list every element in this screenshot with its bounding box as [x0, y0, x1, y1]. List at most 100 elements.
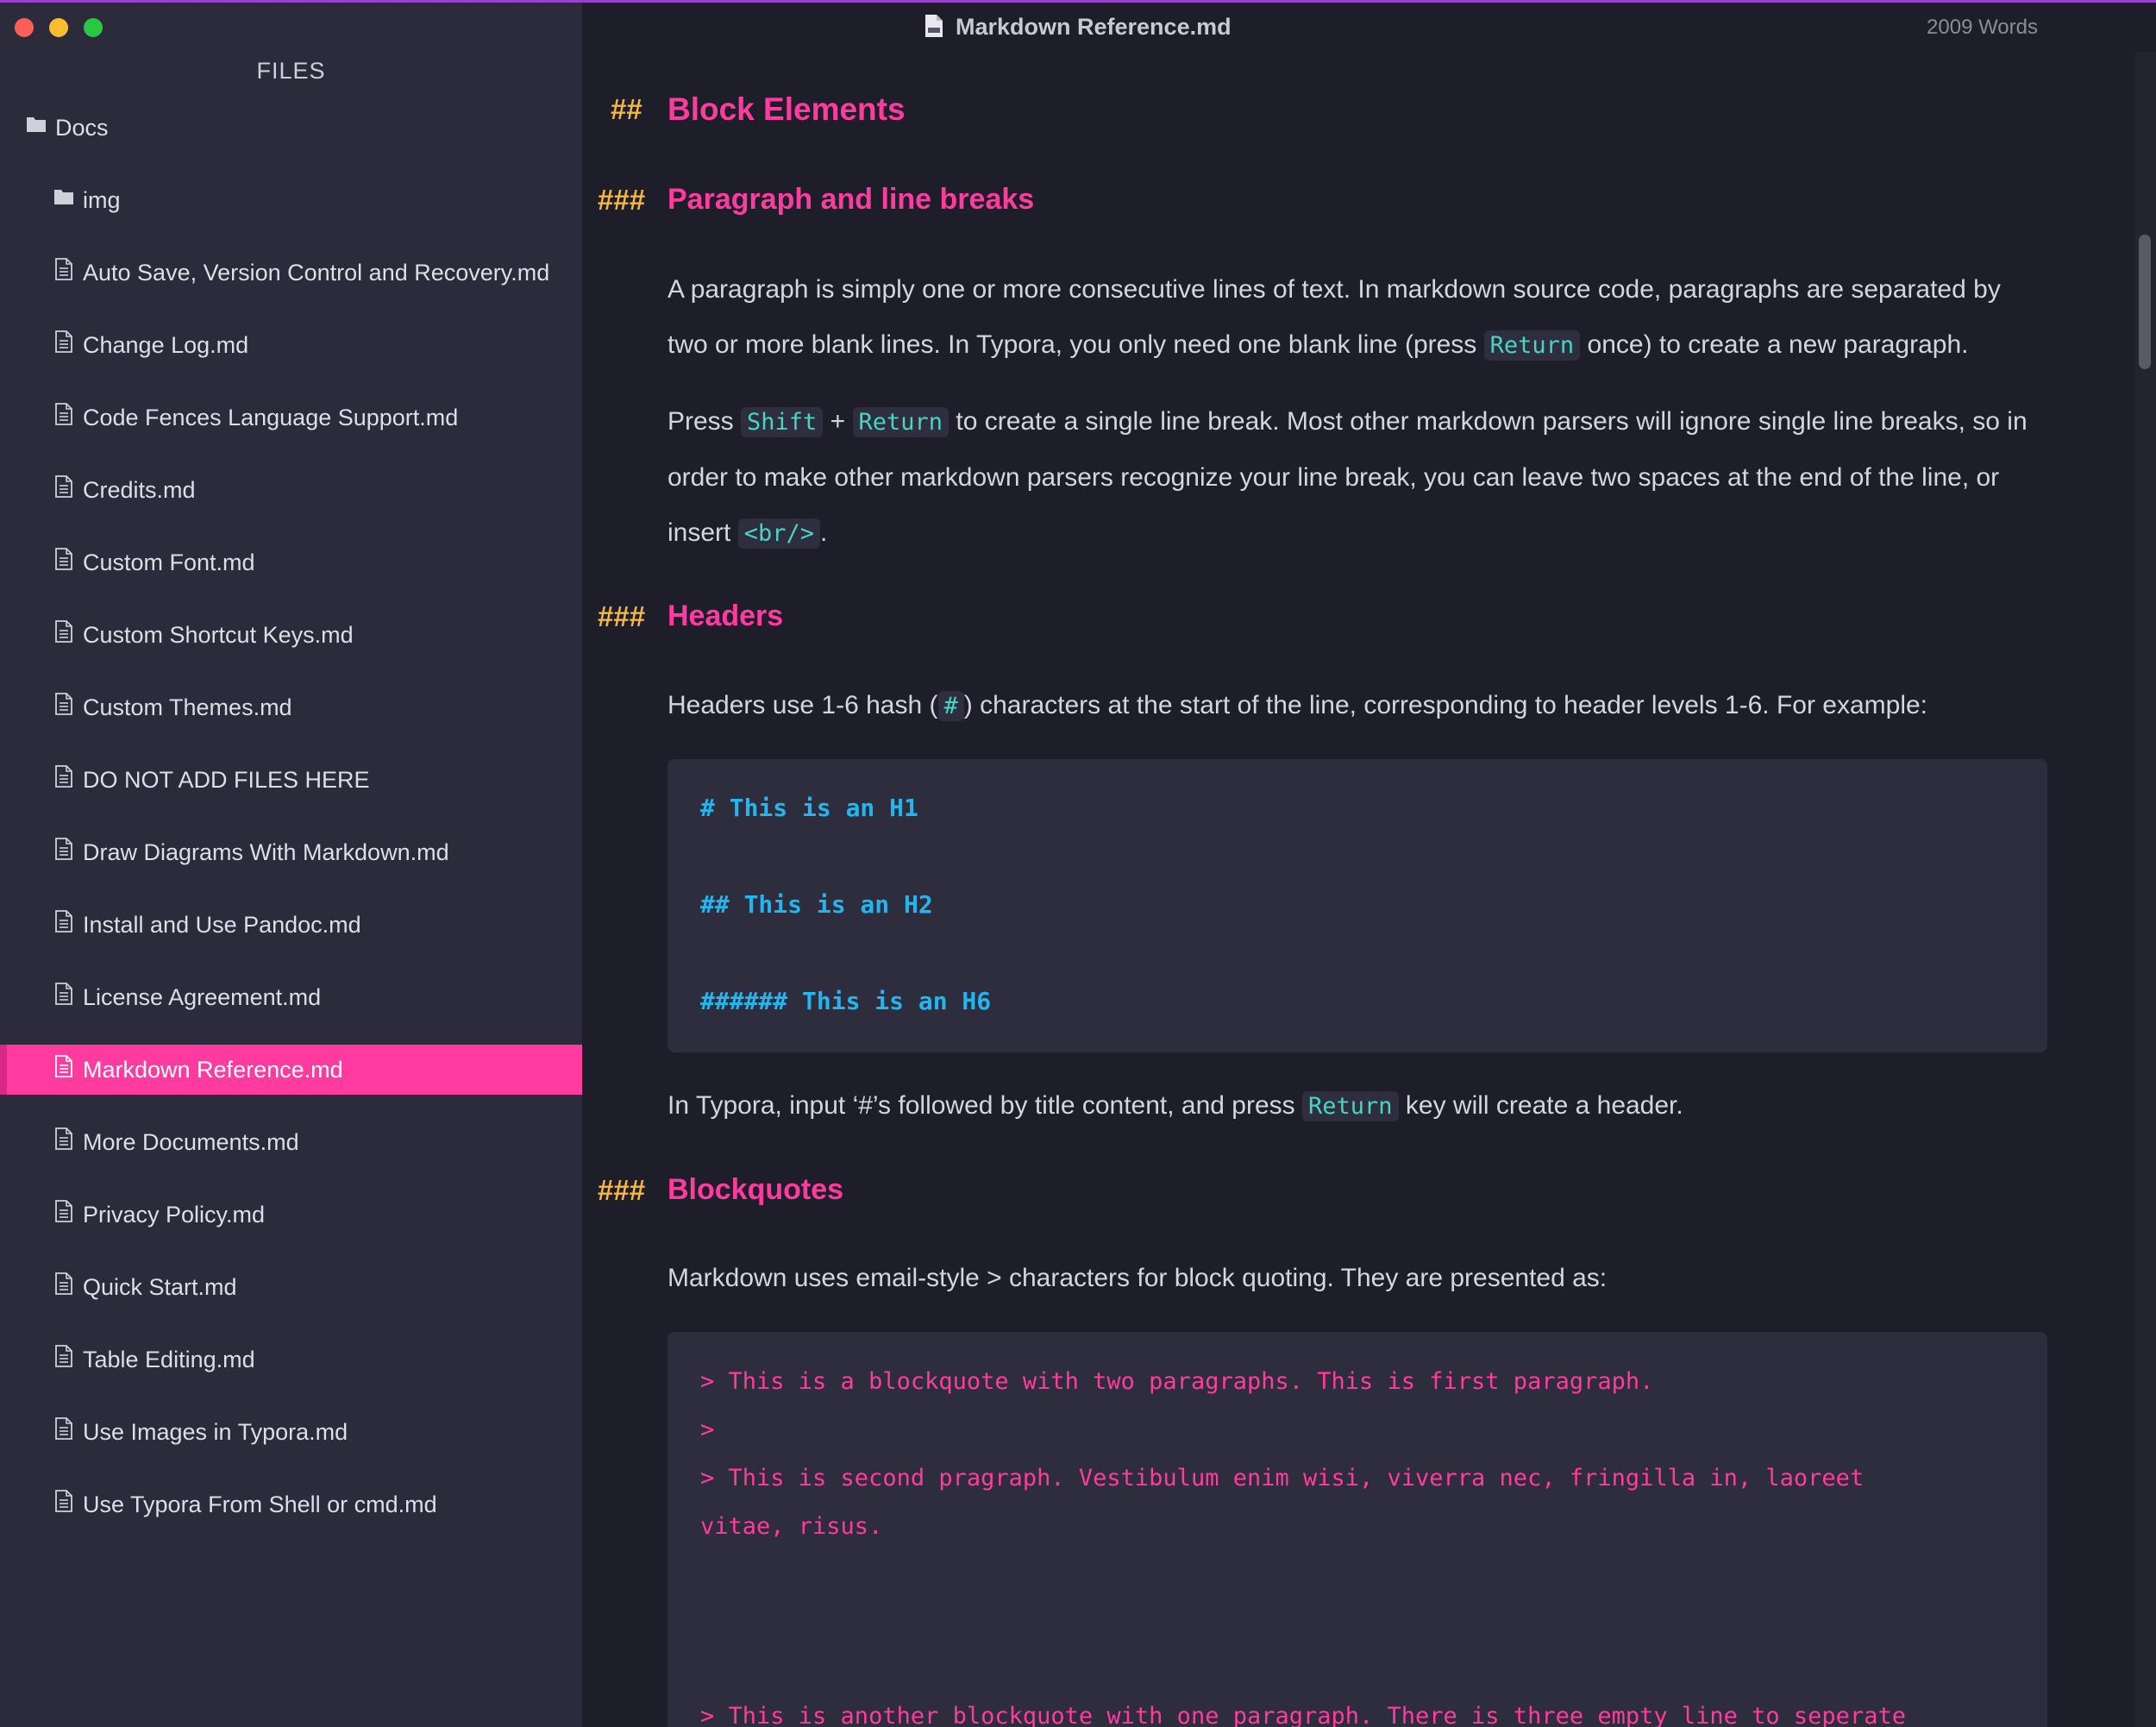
- sidebar-item-label: Markdown Reference.md: [83, 1057, 343, 1083]
- inline-code: Shift: [741, 407, 824, 437]
- code-line: ## This is an H2: [700, 890, 933, 919]
- h3-marker: ###: [598, 1174, 646, 1206]
- sidebar-item-label: License Agreement.md: [83, 984, 322, 1010]
- sidebar-file[interactable]: DO NOT ADD FILES HERE: [0, 755, 582, 805]
- file-icon: [55, 1417, 72, 1440]
- code-block-blockquote[interactable]: > This is a blockquote with two paragrap…: [667, 1332, 2047, 1727]
- sidebar-folder[interactable]: Docs: [0, 103, 582, 153]
- sidebar-item-label: Quick Start.md: [83, 1274, 237, 1300]
- window-title: Markdown Reference.md: [956, 14, 1232, 40]
- file-icon: [55, 330, 72, 353]
- code-block-headers[interactable]: # This is an H1 ## This is an H2 ###### …: [667, 759, 2047, 1052]
- file-icon: [55, 1345, 72, 1367]
- close-window-button[interactable]: [15, 18, 34, 37]
- paragraph: Markdown uses email-style > characters f…: [667, 1264, 1608, 1292]
- sidebar-item-label: Draw Diagrams With Markdown.md: [83, 839, 449, 865]
- sidebar-file[interactable]: Code Fences Language Support.md: [0, 392, 582, 443]
- file-icon: [55, 1055, 72, 1077]
- sidebar-file[interactable]: Install and Use Pandoc.md: [0, 900, 582, 950]
- sidebar-item-label: Custom Shortcut Keys.md: [83, 622, 354, 648]
- file-icon: [55, 1127, 72, 1150]
- sidebar-item-label: img: [83, 187, 121, 213]
- file-icon: [55, 1272, 72, 1295]
- paragraph: Press Shift + Return to create a single …: [667, 394, 2047, 562]
- sidebar-file[interactable]: Use Images in Typora.md: [0, 1407, 582, 1457]
- file-icon: [55, 838, 72, 860]
- text: once) to create a new paragraph.: [1580, 330, 1969, 359]
- sidebar-item-label: Auto Save, Version Control and Recovery.…: [83, 260, 550, 286]
- minimize-window-button[interactable]: [49, 18, 68, 37]
- sidebar-file[interactable]: Quick Start.md: [0, 1262, 582, 1312]
- sidebar-item-label: Custom Themes.md: [83, 694, 292, 720]
- file-sidebar: FILES Docs img Auto Save, Version Control …: [0, 3, 582, 1727]
- sidebar-item-label: Custom Font.md: [83, 550, 255, 575]
- heading-block-elements: Block Elements: [667, 91, 906, 127]
- sidebar-file[interactable]: Markdown Reference.md: [0, 1045, 582, 1095]
- sidebar-file[interactable]: Custom Shortcut Keys.md: [0, 610, 582, 660]
- text: Headers use 1-6 hash (: [667, 691, 938, 719]
- file-icon: [55, 548, 72, 570]
- document-icon: [925, 15, 943, 37]
- code-line: >: [700, 1416, 715, 1443]
- text: .: [819, 518, 828, 547]
- inline-code: #: [937, 691, 964, 721]
- file-icon: [55, 1200, 72, 1222]
- sidebar-item-label: Use Typora From Shell or cmd.md: [83, 1492, 437, 1517]
- folder-icon: [27, 117, 46, 132]
- code-line: # This is an H1: [700, 794, 918, 822]
- sidebar-item-label: Docs: [55, 115, 109, 141]
- sidebar-file[interactable]: Change Log.md: [0, 320, 582, 370]
- sidebar-item-label: Table Editing.md: [83, 1347, 255, 1372]
- h3-marker: ###: [598, 600, 646, 632]
- code-line: ###### This is an H6: [700, 987, 992, 1015]
- sidebar-file[interactable]: License Agreement.md: [0, 972, 582, 1022]
- inline-code: Return: [852, 407, 950, 437]
- sidebar-file[interactable]: Credits.md: [0, 465, 582, 515]
- file-icon: [55, 910, 72, 933]
- sidebar-file[interactable]: Auto Save, Version Control and Recovery.…: [0, 248, 582, 298]
- file-icon: [55, 1490, 72, 1512]
- sidebar-item-label: Privacy Policy.md: [83, 1202, 266, 1228]
- file-icon: [55, 258, 72, 280]
- sidebar-file[interactable]: Custom Themes.md: [0, 682, 582, 732]
- code-line: > This is second pragraph. Vestibulum en…: [700, 1465, 1865, 1492]
- word-count[interactable]: 2009 Words: [1927, 16, 2038, 40]
- heading-headers: Headers: [667, 600, 784, 632]
- paragraph: A paragraph is simply one or more consec…: [667, 262, 2047, 374]
- sidebar-folder[interactable]: img: [0, 175, 582, 225]
- maximize-window-button[interactable]: [84, 18, 103, 37]
- code-line: vitae, risus.: [700, 1513, 883, 1540]
- code-line: > This is another blockquote with one pa…: [700, 1703, 1906, 1727]
- sidebar-file[interactable]: More Documents.md: [0, 1117, 582, 1167]
- inline-code: Return: [1483, 330, 1581, 361]
- inline-code: Return: [1302, 1091, 1399, 1121]
- file-icon: [55, 765, 72, 788]
- paragraph: Headers use 1-6 hash (#) characters at t…: [667, 678, 2047, 734]
- file-icon: [55, 693, 72, 715]
- sidebar-item-label: Code Fences Language Support.md: [83, 405, 459, 430]
- file-icon: [55, 403, 72, 425]
- text: ) characters at the start of the line, c…: [963, 691, 1928, 719]
- inline-code: <br/>: [737, 518, 820, 549]
- sidebar-item-label: Credits.md: [83, 477, 196, 503]
- sidebar-item-label: Install and Use Pandoc.md: [83, 912, 361, 938]
- text: +: [823, 407, 853, 436]
- text: key will create a header.: [1398, 1091, 1683, 1120]
- sidebar-item-label: DO NOT ADD FILES HERE: [83, 767, 370, 793]
- sidebar-file[interactable]: Table Editing.md: [0, 1334, 582, 1385]
- sidebar-file[interactable]: Custom Font.md: [0, 537, 582, 587]
- sidebar-file[interactable]: Use Typora From Shell or cmd.md: [0, 1479, 582, 1529]
- sidebar-item-label: Use Images in Typora.md: [83, 1419, 348, 1445]
- sidebar-item-label: More Documents.md: [83, 1129, 299, 1155]
- heading-paragraph-line-breaks: Paragraph and line breaks: [667, 183, 1035, 216]
- file-icon: [55, 620, 72, 643]
- text: In Typora, input ‘#’s followed by title …: [667, 1091, 1302, 1120]
- file-icon: [55, 475, 72, 498]
- sidebar-file[interactable]: Draw Diagrams With Markdown.md: [0, 827, 582, 877]
- typora-window: FILES Docs img Auto Save, Version Control …: [0, 0, 2156, 1727]
- folder-icon: [54, 190, 73, 204]
- scrollbar-thumb[interactable]: [2139, 235, 2151, 369]
- sidebar-file[interactable]: Privacy Policy.md: [0, 1190, 582, 1240]
- file-icon: [55, 983, 72, 1005]
- code-line: > This is a blockquote with two paragrap…: [700, 1368, 1654, 1395]
